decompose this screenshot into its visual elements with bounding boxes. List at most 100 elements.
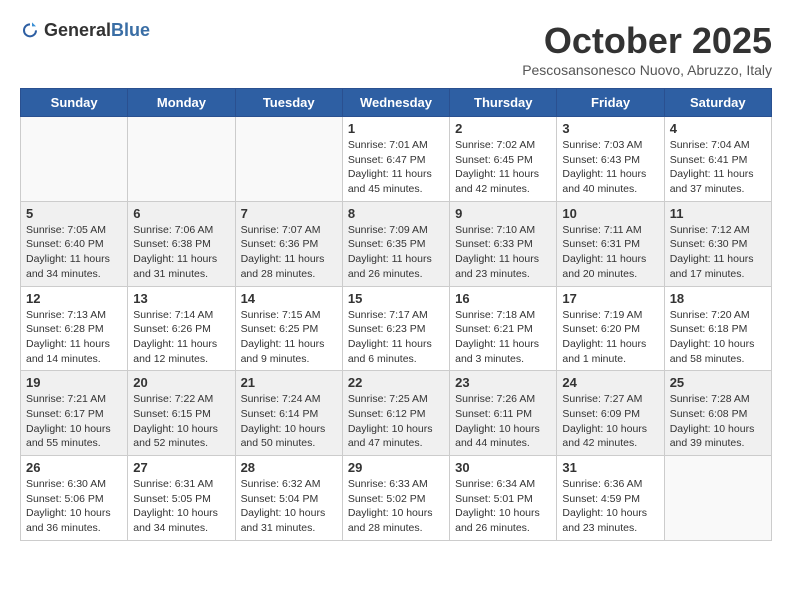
day-number: 21 — [241, 375, 337, 390]
calendar-cell: 22 Sunrise: 7:25 AM Sunset: 6:12 PM Dayli… — [342, 371, 449, 456]
calendar-cell: 19 Sunrise: 7:21 AM Sunset: 6:17 PM Dayli… — [21, 371, 128, 456]
calendar-cell: 1 Sunrise: 7:01 AM Sunset: 6:47 PM Daylig… — [342, 117, 449, 202]
day-number: 3 — [562, 121, 658, 136]
calendar-cell: 7 Sunrise: 7:07 AM Sunset: 6:36 PM Daylig… — [235, 201, 342, 286]
calendar-cell: 24 Sunrise: 7:27 AM Sunset: 6:09 PM Dayli… — [557, 371, 664, 456]
day-number: 31 — [562, 460, 658, 475]
calendar-cell: 13 Sunrise: 7:14 AM Sunset: 6:26 PM Dayli… — [128, 286, 235, 371]
day-number: 9 — [455, 206, 551, 221]
day-info: Sunrise: 7:13 AM Sunset: 6:28 PM Dayligh… — [26, 308, 122, 367]
day-info: Sunrise: 7:20 AM Sunset: 6:18 PM Dayligh… — [670, 308, 766, 367]
calendar-cell — [128, 117, 235, 202]
day-info: Sunrise: 7:07 AM Sunset: 6:36 PM Dayligh… — [241, 223, 337, 282]
week-row-3: 12Sunrise: 7:13 AM Sunset: 6:28 PM Dayli… — [21, 286, 772, 371]
calendar: SundayMondayTuesdayWednesdayThursdayFrid… — [20, 88, 772, 541]
week-row-1: 1 Sunrise: 7:01 AM Sunset: 6:47 PM Daylig… — [21, 117, 772, 202]
day-number: 20 — [133, 375, 229, 390]
day-number: 11 — [670, 206, 766, 221]
day-info: Sunrise: 6:33 AM Sunset: 5:02 PM Dayligh… — [348, 477, 444, 536]
day-number: 2 — [455, 121, 551, 136]
calendar-cell: 23 Sunrise: 7:26 AM Sunset: 6:11 PM Dayli… — [450, 371, 557, 456]
day-info: Sunrise: 7:09 AM Sunset: 6:35 PM Dayligh… — [348, 223, 444, 282]
day-info: Sunrise: 7:21 AM Sunset: 6:17 PM Dayligh… — [26, 392, 122, 451]
calendar-cell: 29 Sunrise: 6:33 AM Sunset: 5:02 PM Dayli… — [342, 456, 449, 541]
month-title: October 2025 — [522, 20, 772, 62]
day-number: 6 — [133, 206, 229, 221]
logo-icon — [20, 21, 40, 41]
calendar-cell — [235, 117, 342, 202]
day-number: 13 — [133, 291, 229, 306]
day-info: Sunrise: 7:05 AM Sunset: 6:40 PM Dayligh… — [26, 223, 122, 282]
day-number: 30 — [455, 460, 551, 475]
day-number: 28 — [241, 460, 337, 475]
week-row-2: 5 Sunrise: 7:05 AM Sunset: 6:40 PM Daylig… — [21, 201, 772, 286]
day-info: Sunrise: 7:04 AM Sunset: 6:41 PM Dayligh… — [670, 138, 766, 197]
day-info: Sunrise: 7:10 AM Sunset: 6:33 PM Dayligh… — [455, 223, 551, 282]
weekday-header-friday: Friday — [557, 89, 664, 117]
day-info: Sunrise: 7:19 AM Sunset: 6:20 PM Dayligh… — [562, 308, 658, 367]
day-info: Sunrise: 6:31 AM Sunset: 5:05 PM Dayligh… — [133, 477, 229, 536]
day-number: 25 — [670, 375, 766, 390]
day-info: Sunrise: 7:26 AM Sunset: 6:11 PM Dayligh… — [455, 392, 551, 451]
calendar-cell: 28 Sunrise: 6:32 AM Sunset: 5:04 PM Dayli… — [235, 456, 342, 541]
calendar-cell: 6 Sunrise: 7:06 AM Sunset: 6:38 PM Daylig… — [128, 201, 235, 286]
day-number: 22 — [348, 375, 444, 390]
logo-blue: Blue — [111, 20, 150, 40]
calendar-cell: 30 Sunrise: 6:34 AM Sunset: 5:01 PM Dayli… — [450, 456, 557, 541]
calendar-cell: 27 Sunrise: 6:31 AM Sunset: 5:05 PM Dayli… — [128, 456, 235, 541]
calendar-cell: 15 Sunrise: 7:17 AM Sunset: 6:23 PM Dayli… — [342, 286, 449, 371]
week-row-5: 26Sunrise: 6:30 AM Sunset: 5:06 PM Dayli… — [21, 456, 772, 541]
week-row-4: 19 Sunrise: 7:21 AM Sunset: 6:17 PM Dayli… — [21, 371, 772, 456]
calendar-cell: 11Sunrise: 7:12 AM Sunset: 6:30 PM Dayli… — [664, 201, 771, 286]
day-info: Sunrise: 7:15 AM Sunset: 6:25 PM Dayligh… — [241, 308, 337, 367]
calendar-cell: 14 Sunrise: 7:15 AM Sunset: 6:25 PM Dayli… — [235, 286, 342, 371]
day-number: 27 — [133, 460, 229, 475]
weekday-header-tuesday: Tuesday — [235, 89, 342, 117]
weekday-header-row: SundayMondayTuesdayWednesdayThursdayFrid… — [21, 89, 772, 117]
calendar-cell — [664, 456, 771, 541]
calendar-cell: 20 Sunrise: 7:22 AM Sunset: 6:15 PM Dayli… — [128, 371, 235, 456]
day-info: Sunrise: 7:24 AM Sunset: 6:14 PM Dayligh… — [241, 392, 337, 451]
day-info: Sunrise: 6:30 AM Sunset: 5:06 PM Dayligh… — [26, 477, 122, 536]
weekday-header-thursday: Thursday — [450, 89, 557, 117]
day-info: Sunrise: 7:27 AM Sunset: 6:09 PM Dayligh… — [562, 392, 658, 451]
day-number: 23 — [455, 375, 551, 390]
day-info: Sunrise: 7:01 AM Sunset: 6:47 PM Dayligh… — [348, 138, 444, 197]
day-number: 4 — [670, 121, 766, 136]
calendar-cell: 8 Sunrise: 7:09 AM Sunset: 6:35 PM Daylig… — [342, 201, 449, 286]
weekday-header-saturday: Saturday — [664, 89, 771, 117]
day-info: Sunrise: 7:22 AM Sunset: 6:15 PM Dayligh… — [133, 392, 229, 451]
day-info: Sunrise: 7:06 AM Sunset: 6:38 PM Dayligh… — [133, 223, 229, 282]
subtitle: Pescosansonesco Nuovo, Abruzzo, Italy — [522, 62, 772, 78]
weekday-header-wednesday: Wednesday — [342, 89, 449, 117]
calendar-cell: 9 Sunrise: 7:10 AM Sunset: 6:33 PM Daylig… — [450, 201, 557, 286]
day-info: Sunrise: 6:34 AM Sunset: 5:01 PM Dayligh… — [455, 477, 551, 536]
calendar-cell — [21, 117, 128, 202]
day-number: 24 — [562, 375, 658, 390]
calendar-cell: 21 Sunrise: 7:24 AM Sunset: 6:14 PM Dayli… — [235, 371, 342, 456]
logo-general: General — [44, 20, 111, 40]
day-number: 5 — [26, 206, 122, 221]
day-number: 7 — [241, 206, 337, 221]
day-info: Sunrise: 7:18 AM Sunset: 6:21 PM Dayligh… — [455, 308, 551, 367]
day-number: 17 — [562, 291, 658, 306]
calendar-cell: 17 Sunrise: 7:19 AM Sunset: 6:20 PM Dayli… — [557, 286, 664, 371]
day-number: 15 — [348, 291, 444, 306]
day-number: 19 — [26, 375, 122, 390]
day-number: 8 — [348, 206, 444, 221]
day-info: Sunrise: 7:25 AM Sunset: 6:12 PM Dayligh… — [348, 392, 444, 451]
calendar-cell: 12Sunrise: 7:13 AM Sunset: 6:28 PM Dayli… — [21, 286, 128, 371]
day-number: 29 — [348, 460, 444, 475]
day-info: Sunrise: 7:03 AM Sunset: 6:43 PM Dayligh… — [562, 138, 658, 197]
logo: GeneralBlue — [20, 20, 150, 41]
day-info: Sunrise: 7:11 AM Sunset: 6:31 PM Dayligh… — [562, 223, 658, 282]
calendar-cell: 10Sunrise: 7:11 AM Sunset: 6:31 PM Dayli… — [557, 201, 664, 286]
day-info: Sunrise: 7:02 AM Sunset: 6:45 PM Dayligh… — [455, 138, 551, 197]
day-number: 16 — [455, 291, 551, 306]
day-info: Sunrise: 7:17 AM Sunset: 6:23 PM Dayligh… — [348, 308, 444, 367]
day-number: 14 — [241, 291, 337, 306]
calendar-cell: 16 Sunrise: 7:18 AM Sunset: 6:21 PM Dayli… — [450, 286, 557, 371]
day-info: Sunrise: 6:32 AM Sunset: 5:04 PM Dayligh… — [241, 477, 337, 536]
day-info: Sunrise: 7:14 AM Sunset: 6:26 PM Dayligh… — [133, 308, 229, 367]
day-number: 1 — [348, 121, 444, 136]
